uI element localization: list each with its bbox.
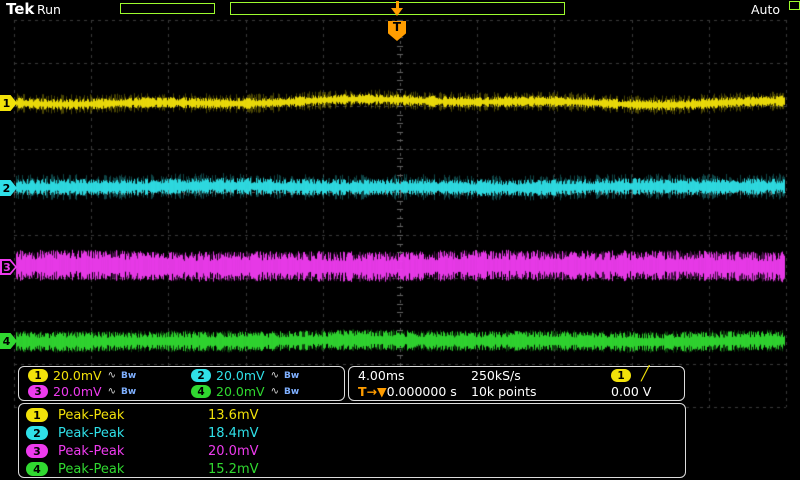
trigger-level-readout: 0.00 V — [611, 384, 651, 399]
channel-3-readout: 3 20.0mV ∿ Bw — [28, 384, 136, 399]
bandwidth-limit-icon: Bw — [121, 387, 136, 397]
trigger-position-top-marker — [390, 1, 406, 17]
coupling-icon: ∿ — [271, 386, 279, 397]
channel-3-marker-label: 3 — [3, 261, 11, 274]
channel-4-marker-label: 4 — [3, 335, 11, 348]
top-status-bar: Tek Run Auto — [0, 0, 800, 19]
measurement-value: 20.0mV — [208, 444, 259, 459]
channel-3-marker-inner: 3 — [2, 261, 15, 273]
measurement-row: 3 Peak-Peak 20.0mV — [26, 443, 259, 459]
coupling-icon: ∿ — [108, 370, 116, 381]
delay-value: 0.000000 s — [387, 384, 457, 399]
channel-2-readout: 2 20.0mV ∿ Bw — [191, 368, 299, 383]
measurement-name: Peak-Peak — [58, 444, 208, 459]
bandwidth-limit-icon: Bw — [284, 387, 299, 397]
measurement-row: 4 Peak-Peak 15.2mV — [26, 461, 259, 477]
trigger-flag-letter: T — [393, 21, 401, 41]
bandwidth-limit-icon: Bw — [121, 371, 136, 381]
channel-1-badge: 1 — [28, 369, 48, 382]
measurement-value: 15.2mV — [208, 462, 259, 477]
measurement-value: 13.6mV — [208, 408, 259, 423]
channel-3-badge: 3 — [28, 385, 48, 398]
channel-1-readout: 1 20.0mV ∿ Bw — [28, 368, 136, 383]
measurement-channel-badge: 2 — [26, 426, 48, 440]
corner-marker — [789, 1, 800, 10]
sample-rate-readout: 250kS/s — [471, 368, 521, 383]
trigger-source-badge: 1 — [611, 369, 631, 382]
measurement-name: Peak-Peak — [58, 426, 208, 441]
acquisition-state: Run — [37, 2, 61, 17]
measurement-name: Peak-Peak — [58, 408, 208, 423]
channel-1-scale: 20.0mV — [53, 368, 102, 383]
delay-trigger-icon: T — [358, 384, 367, 399]
channel-2-marker-label: 2 — [3, 182, 11, 195]
timebase-readout: 4.00ms — [358, 368, 405, 383]
channel-3-scale: 20.0mV — [53, 384, 102, 399]
measurement-channel-badge: 3 — [26, 444, 48, 458]
measurement-channel-badge: 4 — [26, 462, 48, 476]
channel-2-scale: 20.0mV — [216, 368, 265, 383]
channel-4-scale: 20.0mV — [216, 384, 265, 399]
horizontal-trigger-readout-box: 4.00ms 250kS/s 1 ╱ T→▼0.000000 s 10k poi… — [348, 366, 685, 401]
channel-4-readout: 4 20.0mV ∿ Bw — [191, 384, 299, 399]
channel-readouts-box: 1 20.0mV ∿ Bw 2 20.0mV ∿ Bw 3 20.0mV ∿ B… — [18, 366, 345, 401]
measurement-name: Peak-Peak — [58, 462, 208, 477]
oscilloscope-screen: Tek Run Auto T 1 2 3 4 1 20.0mV ∿ Bw — [0, 0, 800, 480]
coupling-icon: ∿ — [271, 370, 279, 381]
measurements-box: 1 Peak-Peak 13.6mV 2 Peak-Peak 18.4mV 3 … — [18, 403, 686, 478]
measurement-channel-badge: 1 — [26, 408, 48, 422]
bandwidth-limit-icon: Bw — [284, 371, 299, 381]
trigger-marker-arrow-icon — [391, 8, 403, 16]
measurement-row: 2 Peak-Peak 18.4mV — [26, 425, 259, 441]
measurement-value: 18.4mV — [208, 426, 259, 441]
trigger-mode-label: Auto — [751, 2, 780, 17]
channel-2-badge: 2 — [191, 369, 211, 382]
channel-1-marker-label: 1 — [3, 97, 11, 110]
coupling-icon: ∿ — [108, 386, 116, 397]
horizontal-delay-readout: T→▼0.000000 s — [358, 384, 387, 399]
record-view-bar — [120, 3, 215, 14]
trigger-slope-icon: ╱ — [641, 366, 649, 382]
measurement-row: 1 Peak-Peak 13.6mV — [26, 407, 259, 423]
delay-arrow-icon: →▼ — [367, 384, 387, 399]
channel-4-badge: 4 — [191, 385, 211, 398]
brand-logo: Tek — [6, 0, 34, 18]
record-length-readout: 10k points — [471, 384, 537, 399]
